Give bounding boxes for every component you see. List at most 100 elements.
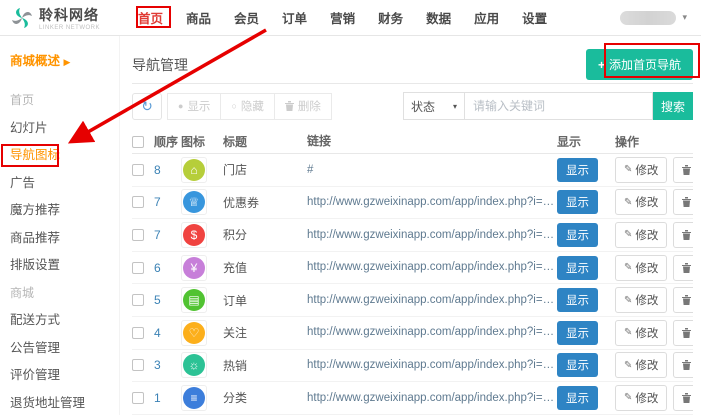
- sidebar: 商城概述 ▶ 首页幻灯片导航图标广告魔方推荐商品推荐排版设置商城配送方式公告管理…: [0, 36, 120, 415]
- table-body: 8 ⌂ 门店 # 显示 ✎ 修改 删除 7 ♕ 优惠券 http://www.g…: [132, 154, 693, 415]
- row-link: http://www.gzweixinapp.com/app/index.php…: [307, 316, 557, 349]
- follow-icon: ♡: [183, 322, 205, 344]
- refresh-icon: ↻: [141, 98, 153, 114]
- row-show-button[interactable]: 显示: [557, 386, 598, 410]
- row-delete-button[interactable]: 删除: [673, 255, 693, 281]
- row-link: http://www.gzweixinapp.com/app/index.php…: [307, 349, 557, 382]
- nav-item-6[interactable]: 数据: [426, 8, 451, 27]
- sidebar-item[interactable]: 公告管理: [10, 335, 119, 363]
- nav-table: 顺序 图标 标题 链接 显示 操作 8 ⌂ 门店 # 显示 ✎ 修改 删除 7: [132, 130, 693, 415]
- user-menu[interactable]: ▾: [620, 11, 687, 25]
- row-delete-button[interactable]: 删除: [673, 320, 693, 346]
- page-title: 导航管理: [132, 55, 188, 75]
- keyword-input[interactable]: [465, 92, 653, 120]
- row-edit-button[interactable]: ✎ 修改: [615, 320, 667, 346]
- top-nav: 首页 商品 会员 订单 营销 财务 数据 应用 设置: [138, 8, 547, 27]
- chevron-down-icon[interactable]: ▾: [682, 12, 687, 23]
- trash-icon: [682, 393, 691, 403]
- row-checkbox[interactable]: [132, 262, 144, 274]
- row-delete-button[interactable]: 删除: [673, 287, 693, 313]
- nav-item-3[interactable]: 订单: [282, 8, 307, 27]
- store-icon: ⌂: [183, 159, 205, 181]
- sidebar-item[interactable]: 退货地址管理: [10, 390, 119, 417]
- row-checkbox[interactable]: [132, 229, 144, 241]
- plus-icon: +: [598, 58, 605, 72]
- row-show-button[interactable]: 显示: [557, 256, 598, 280]
- row-title: 分类: [223, 389, 307, 406]
- row-checkbox[interactable]: [132, 327, 144, 339]
- row-title: 积分: [223, 226, 307, 243]
- row-order: 3: [154, 358, 181, 372]
- row-delete-button[interactable]: 删除: [673, 352, 693, 378]
- trash-icon: [682, 230, 691, 240]
- status-select[interactable]: 状态 ▾: [403, 92, 465, 120]
- row-title: 订单: [223, 292, 307, 309]
- top-navbar: 聆科网络 LINKER NETWORK 首页商品会员订单营销财务数据应用设置 ▾: [0, 0, 701, 36]
- select-caret-icon: ▾: [453, 102, 457, 111]
- sidebar-section-header: 商城: [10, 280, 119, 308]
- row-edit-button[interactable]: ✎ 修改: [615, 385, 667, 411]
- row-delete-button[interactable]: 删除: [673, 157, 693, 183]
- row-order: 7: [154, 228, 181, 242]
- nav-item-2[interactable]: 会员: [234, 8, 259, 27]
- row-checkbox[interactable]: [132, 294, 144, 306]
- table-row: 1 ≡ 分类 http://www.gzweixinapp.com/app/in…: [132, 382, 693, 415]
- sidebar-item[interactable]: 魔方推荐: [10, 197, 119, 225]
- sidebar-item[interactable]: 排版设置: [10, 252, 119, 280]
- row-link: #: [307, 154, 557, 187]
- nav-item-7[interactable]: 应用: [474, 8, 499, 27]
- sidebar-item[interactable]: 评价管理: [10, 362, 119, 390]
- row-checkbox[interactable]: [132, 196, 144, 208]
- row-show-button[interactable]: 显示: [557, 158, 598, 182]
- bulk-hide-button[interactable]: ○ 隐藏: [221, 93, 274, 120]
- row-title: 优惠券: [223, 194, 307, 211]
- sidebar-item[interactable]: 幻灯片: [10, 115, 119, 143]
- trash-icon: [682, 263, 691, 273]
- add-home-nav-button[interactable]: + 添加首页导航: [586, 49, 693, 80]
- row-edit-button[interactable]: ✎ 修改: [615, 157, 667, 183]
- nav-item-5[interactable]: 财务: [378, 8, 403, 27]
- sidebar-section-header: 首页: [10, 87, 119, 115]
- row-edit-button[interactable]: ✎ 修改: [615, 255, 667, 281]
- select-all-checkbox[interactable]: [132, 136, 144, 148]
- nav-item-1[interactable]: 商品: [186, 8, 211, 27]
- trash-icon: [285, 101, 294, 111]
- refresh-button[interactable]: ↻: [132, 93, 162, 120]
- sidebar-item[interactable]: 配送方式: [10, 307, 119, 335]
- row-checkbox[interactable]: [132, 392, 144, 404]
- row-delete-button[interactable]: 删除: [673, 222, 693, 248]
- row-show-button[interactable]: 显示: [557, 353, 598, 377]
- sidebar-item[interactable]: 商品推荐: [10, 225, 119, 253]
- row-link: http://www.gzweixinapp.com/app/index.php…: [307, 219, 557, 252]
- bulk-show-button[interactable]: ● 显示: [167, 93, 221, 120]
- sidebar-item[interactable]: 广告: [10, 170, 119, 198]
- row-delete-button[interactable]: 删除: [673, 189, 693, 215]
- search-button[interactable]: 搜索: [653, 92, 693, 120]
- table-row: 3 ☼ 热销 http://www.gzweixinapp.com/app/in…: [132, 350, 693, 383]
- row-edit-button[interactable]: ✎ 修改: [615, 352, 667, 378]
- row-show-button[interactable]: 显示: [557, 321, 598, 345]
- row-edit-button[interactable]: ✎ 修改: [615, 287, 667, 313]
- row-checkbox[interactable]: [132, 164, 144, 176]
- edit-icon: ✎: [624, 295, 632, 306]
- sidebar-item[interactable]: 导航图标: [10, 142, 119, 170]
- edit-icon: ✎: [624, 360, 632, 371]
- row-edit-button[interactable]: ✎ 修改: [615, 222, 667, 248]
- nav-item-4[interactable]: 营销: [330, 8, 355, 27]
- row-show-button[interactable]: 显示: [557, 288, 598, 312]
- row-edit-button[interactable]: ✎ 修改: [615, 189, 667, 215]
- nav-item-0[interactable]: 首页: [138, 8, 163, 27]
- logo-subtitle: LINKER NETWORK: [39, 25, 100, 31]
- row-delete-button[interactable]: 删除: [673, 385, 693, 411]
- row-show-button[interactable]: 显示: [557, 190, 598, 214]
- edit-icon: ✎: [624, 327, 632, 338]
- row-link: http://www.gzweixinapp.com/app/index.php…: [307, 186, 557, 219]
- order-icon: ▤: [183, 289, 205, 311]
- row-checkbox[interactable]: [132, 359, 144, 371]
- sidebar-item-overview[interactable]: 商城概述 ▶: [10, 50, 119, 69]
- row-order: 4: [154, 326, 181, 340]
- bulk-delete-button[interactable]: 删除: [275, 93, 332, 120]
- points-icon: $: [183, 224, 205, 246]
- nav-item-8[interactable]: 设置: [522, 8, 547, 27]
- row-show-button[interactable]: 显示: [557, 223, 598, 247]
